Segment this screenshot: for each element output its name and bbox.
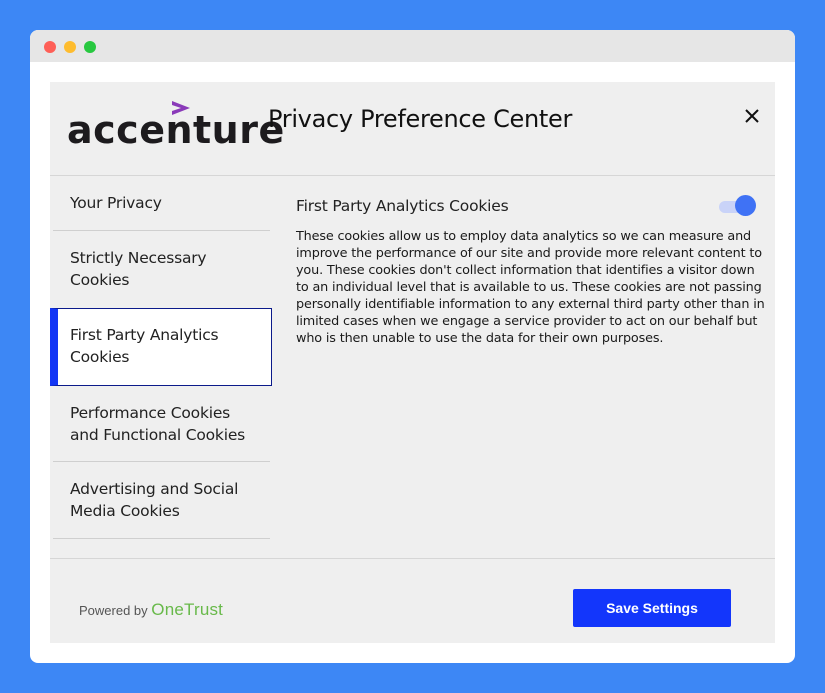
menu-item-label: First Party Analytics Cookies: [70, 326, 219, 366]
window-maximize-button[interactable]: [84, 41, 96, 53]
menu-item-advertising-social[interactable]: Advertising and Social Media Cookies: [53, 462, 270, 539]
menu-item-performance-functional[interactable]: Performance Cookies and Functional Cooki…: [53, 386, 270, 462]
menu-item-strictly-necessary[interactable]: Strictly Necessary Cookies: [53, 231, 270, 308]
powered-by: Powered by OneTrust: [79, 600, 223, 621]
menu-item-label: Advertising and Social Media Cookies: [70, 480, 239, 520]
page-title: Privacy Preference Center: [268, 105, 573, 133]
window-titlebar: [30, 30, 795, 62]
category-toggle[interactable]: [719, 195, 757, 217]
save-settings-button[interactable]: Save Settings: [573, 589, 731, 627]
close-icon: [745, 109, 759, 123]
window-close-button[interactable]: [44, 41, 56, 53]
powered-by-label: Powered by: [79, 603, 148, 618]
toggle-knob: [735, 195, 756, 216]
browser-window: accenture Privacy Preference Center Your…: [30, 30, 795, 663]
window-minimize-button[interactable]: [64, 41, 76, 53]
privacy-preference-modal: accenture Privacy Preference Center Your…: [50, 82, 775, 643]
category-title: First Party Analytics Cookies: [296, 197, 509, 215]
category-description: These cookies allow us to employ data an…: [296, 229, 765, 346]
footer-divider: [50, 558, 775, 559]
accenture-logo: accenture: [67, 100, 284, 155]
modal-header: accenture Privacy Preference Center: [50, 82, 775, 176]
category-menu: Your Privacy Strictly Necessary Cookies …: [50, 176, 272, 558]
menu-item-first-party-analytics[interactable]: First Party Analytics Cookies: [50, 308, 272, 386]
menu-item-label: Performance Cookies and Functional Cooki…: [70, 404, 246, 444]
close-button[interactable]: [744, 108, 760, 124]
menu-item-your-privacy[interactable]: Your Privacy: [53, 176, 270, 231]
logo-text: accenture: [67, 108, 285, 152]
menu-item-label: Strictly Necessary Cookies: [70, 249, 207, 289]
onetrust-link[interactable]: OneTrust: [151, 600, 223, 619]
menu-item-label: Your Privacy: [70, 194, 162, 212]
